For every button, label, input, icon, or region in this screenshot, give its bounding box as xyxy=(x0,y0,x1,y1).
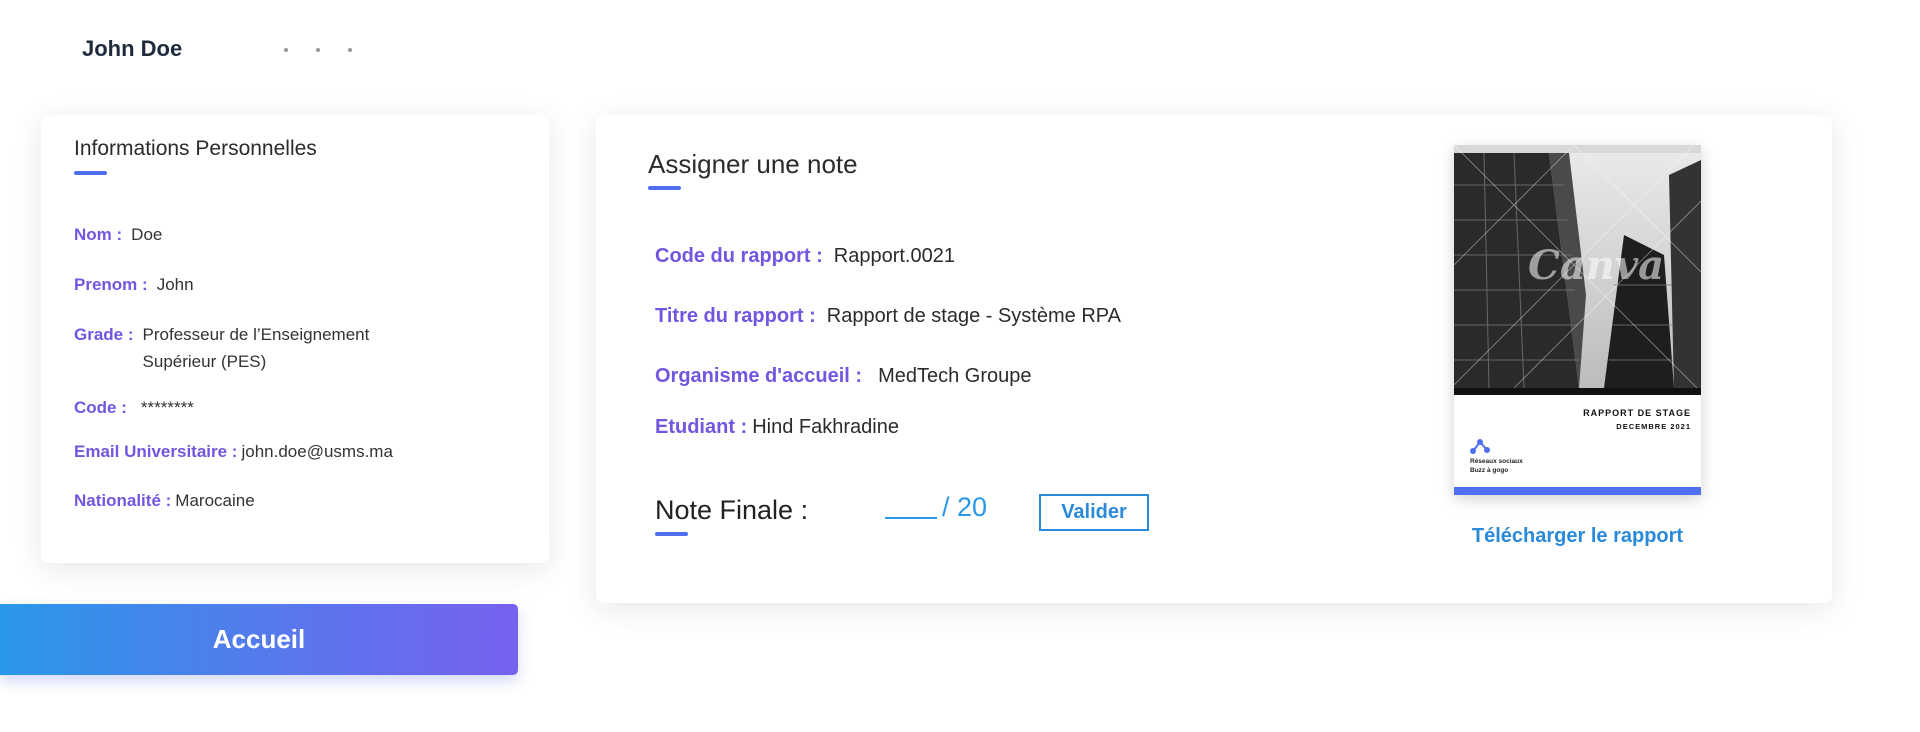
report-title-label: Titre du rapport : xyxy=(655,305,816,327)
info-row-grade: Grade : Professeur de l’Enseignement Sup… xyxy=(74,321,433,375)
report-code-value: Rapport.0021 xyxy=(833,245,955,267)
student-row: Etudiant : Hind Fakhradine xyxy=(655,416,899,439)
info-value: Doe xyxy=(131,225,163,244)
personal-info-card: Informations Personnelles Nom : Doe Pren… xyxy=(41,115,549,563)
final-grade-input[interactable] xyxy=(885,517,937,519)
student-value: Hind Fakhradine xyxy=(752,416,899,438)
report-title-row: Titre du rapport : Rapport de stage - Sy… xyxy=(655,305,1121,328)
title-underline xyxy=(648,186,681,190)
cover-date: DECEMBRE 2021 xyxy=(1616,422,1691,431)
info-label: Prenom : xyxy=(74,275,148,294)
cover-accent-bar xyxy=(1454,487,1701,495)
info-label: Nom : xyxy=(74,225,123,244)
info-value: ******** xyxy=(140,398,194,417)
host-organization-label: Organisme d'accueil : xyxy=(655,365,863,387)
cover-photo: Canva xyxy=(1454,145,1701,388)
host-organization-row: Organisme d'accueil : MedTech Groupe xyxy=(655,365,1031,388)
title-underline xyxy=(74,171,107,175)
validate-button[interactable]: Valider xyxy=(1039,494,1149,531)
watermark-text: Canva xyxy=(1528,242,1664,289)
info-row-prenom: Prenom : John xyxy=(74,271,194,298)
info-row-nom: Nom : Doe xyxy=(74,221,162,248)
info-row-nationalite: Nationalité : Marocaine xyxy=(74,487,255,514)
info-label: Code : xyxy=(74,398,127,417)
report-cover-thumbnail[interactable]: Canva RAPPORT DE STAGE DECEMBRE 2021 Rés… xyxy=(1454,145,1701,495)
assign-grade-card: Assigner une note Code du rapport : Rapp… xyxy=(596,115,1832,603)
more-options-icon[interactable] xyxy=(284,48,352,52)
cover-divider xyxy=(1454,388,1701,395)
info-value: Marocaine xyxy=(175,491,255,510)
info-value: John xyxy=(156,275,194,294)
info-label: Nationalité : xyxy=(74,491,172,510)
report-code-label: Code du rapport : xyxy=(655,245,823,267)
info-row-email: Email Universitaire : john.doe@usms.ma xyxy=(74,438,393,465)
report-code-row: Code du rapport : Rapport.0021 xyxy=(655,245,955,268)
host-organization-value: MedTech Groupe xyxy=(878,365,1032,387)
note-underline xyxy=(655,532,688,536)
report-title-value: Rapport de stage - Système RPA xyxy=(826,305,1121,327)
info-row-code: Code : ******** xyxy=(74,394,194,421)
final-grade-label: Note Finale : xyxy=(655,495,809,525)
assign-grade-title: Assigner une note xyxy=(648,149,858,179)
info-label: Grade : xyxy=(74,325,134,344)
cover-subtitle: Réseaux sociaux xyxy=(1470,458,1523,465)
personal-info-title: Informations Personnelles xyxy=(74,137,317,160)
download-report-link[interactable]: Télécharger le rapport xyxy=(1459,525,1696,548)
info-value: john.doe@usms.ma xyxy=(241,442,393,461)
info-value: Professeur de l’Enseignement Supérieur (… xyxy=(142,325,370,371)
cover-title: RAPPORT DE STAGE xyxy=(1583,408,1691,418)
cover-tagline: Buzz à gogo xyxy=(1470,467,1509,474)
student-label: Etudiant : xyxy=(655,416,748,438)
grade-max: / 20 xyxy=(942,492,988,522)
user-name: John Doe xyxy=(82,36,183,61)
home-button[interactable]: Accueil xyxy=(0,604,518,675)
info-label: Email Universitaire : xyxy=(74,442,238,461)
